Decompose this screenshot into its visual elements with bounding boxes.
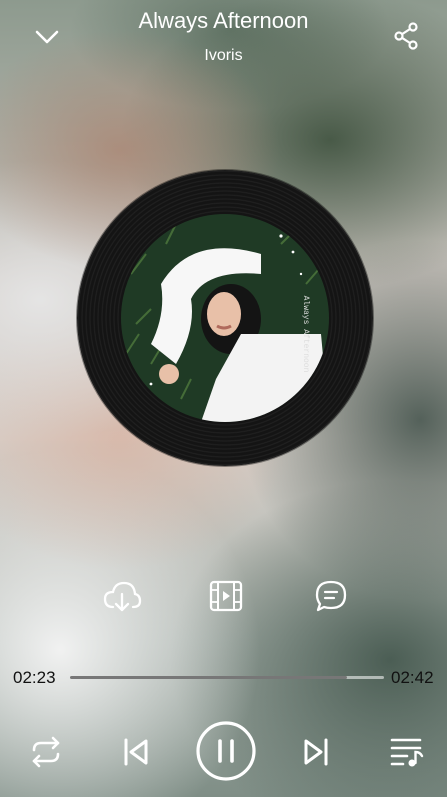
share-icon [394, 22, 418, 50]
video-button[interactable] [207, 578, 245, 614]
next-button[interactable] [298, 734, 334, 770]
share-button[interactable] [390, 20, 422, 52]
repeat-button[interactable] [27, 734, 65, 770]
music-player-screen: Always Afternoon Ivoris Always Afternoon… [0, 0, 447, 797]
total-duration: 02:42 [391, 668, 434, 687]
song-title: Always Afternoon [138, 8, 309, 33]
cover-text: Always Afternoon [301, 296, 310, 373]
repeat-icon [32, 736, 60, 768]
album-cover: Always Afternoon [121, 214, 329, 422]
skip-next-icon [304, 738, 328, 766]
comment-icon [315, 580, 347, 612]
playlist-button[interactable] [387, 733, 427, 771]
previous-button[interactable] [118, 734, 154, 770]
film-icon [209, 580, 243, 612]
pause-button[interactable] [195, 720, 257, 782]
comment-button[interactable] [312, 577, 350, 615]
playlist-icon [390, 738, 424, 767]
elapsed-time: 02:23 [13, 668, 56, 687]
artist-name: Ivoris [204, 47, 243, 64]
progress-bar[interactable] [70, 676, 384, 679]
skip-previous-icon [124, 738, 148, 766]
download-button[interactable] [101, 576, 143, 616]
cloud-download-icon [103, 581, 142, 612]
pause-icon [196, 721, 256, 781]
progress-fill [70, 676, 348, 679]
